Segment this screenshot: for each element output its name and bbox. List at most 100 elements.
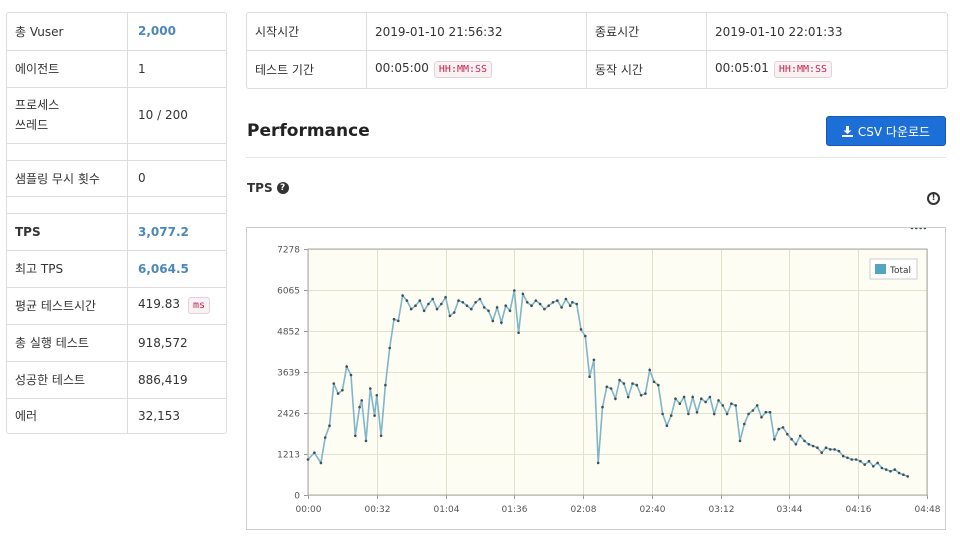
summary-value: 419.83 <box>138 297 180 311</box>
data-point <box>358 405 361 409</box>
timing-table: 시작시간 2019-01-10 21:56:32 종료시간 2019-01-10… <box>247 13 947 88</box>
x-tick-label: 00:32 <box>365 505 391 515</box>
timing-row-start-end: 시작시간 2019-01-10 21:56:32 종료시간 2019-01-10… <box>247 13 947 51</box>
data-point <box>444 296 447 299</box>
data-point <box>319 461 323 465</box>
data-point <box>579 328 583 331</box>
x-tick-label: 03:44 <box>777 505 803 515</box>
data-point <box>538 302 542 306</box>
data-point <box>704 400 707 404</box>
summary-row-success-tests: 성공한 테스트 886,419 <box>7 361 226 399</box>
y-tick-label: 7278 <box>277 246 300 256</box>
tps-chart-svg: 0 1213 2426 3639 4852 6065 7278 00:00 00:32 01:04… <box>277 228 941 515</box>
data-point <box>375 394 379 397</box>
data-point <box>923 228 927 230</box>
end-time-label: 종료시간 <box>586 13 707 51</box>
data-point <box>384 383 387 387</box>
data-point <box>915 228 918 230</box>
data-point <box>764 410 768 414</box>
data-point <box>571 301 574 304</box>
help-icon[interactable]: ? <box>276 182 289 194</box>
data-point <box>644 392 647 395</box>
data-point <box>734 404 737 407</box>
data-point <box>341 388 344 392</box>
run-time-label: 동작 시간 <box>586 50 707 88</box>
summary-label: TPS <box>7 213 128 251</box>
csv-download-button[interactable]: CSV 다운로드 <box>826 116 946 146</box>
summary-row-vuser: 총 Vuser 2,000 <box>7 13 226 51</box>
summary-label: 프로세스 쓰레드 <box>7 87 128 144</box>
data-point <box>543 307 546 311</box>
data-point <box>513 289 516 292</box>
tps-chart: 0 1213 2426 3639 4852 6065 7278 00:00 00:32 01:04… <box>246 227 946 530</box>
summary-value: 6,064.5 <box>127 250 226 288</box>
data-point <box>369 387 372 390</box>
data-point <box>837 449 841 453</box>
data-point <box>738 439 742 443</box>
data-point <box>730 402 733 405</box>
summary-panel: 총 Vuser 2,000 에이전트 1 프로세스 쓰레드 10 / 200 샘… <box>6 12 227 434</box>
data-point <box>893 468 897 471</box>
data-point <box>816 446 819 449</box>
data-point <box>889 470 892 473</box>
data-point <box>609 387 613 390</box>
data-point <box>876 461 879 465</box>
summary-label: 평균 테스트시간 <box>7 287 128 325</box>
data-point <box>418 299 422 302</box>
data-point <box>859 459 862 463</box>
info-icon[interactable]: ! <box>927 192 940 205</box>
data-point <box>414 304 417 307</box>
data-point <box>431 297 434 301</box>
data-point <box>768 410 772 414</box>
end-time-value: 2019-01-10 22:01:33 <box>706 13 947 51</box>
summary-value: 0 <box>127 160 226 197</box>
summary-value: 2,000 <box>127 13 226 51</box>
summary-row-errors: 에러 32,153 <box>7 398 226 433</box>
data-point <box>452 311 456 314</box>
duration-value: 00:05:00 <box>375 61 429 75</box>
data-point <box>508 309 512 313</box>
summary-table: 총 Vuser 2,000 에이전트 1 프로세스 쓰레드 10 / 200 샘… <box>7 13 226 433</box>
data-point <box>596 461 600 465</box>
data-point <box>534 299 538 302</box>
y-tick-label: 3639 <box>277 369 300 379</box>
data-point <box>721 404 725 407</box>
data-point <box>306 458 310 461</box>
data-point <box>323 436 327 439</box>
data-point <box>751 409 755 412</box>
legend-label: Total <box>889 266 911 276</box>
data-point <box>487 309 490 313</box>
data-point <box>820 451 823 454</box>
data-point <box>470 307 473 311</box>
data-point <box>491 319 495 323</box>
summary-value: 32,153 <box>138 408 180 423</box>
data-point <box>560 306 563 309</box>
tps-label: TPS <box>247 181 273 195</box>
data-point <box>910 228 914 230</box>
data-point <box>755 404 759 407</box>
data-point <box>388 346 391 350</box>
data-point <box>635 383 639 387</box>
data-point <box>360 399 363 402</box>
data-point <box>880 466 884 470</box>
summary-value-cell: 419.83 ms <box>127 287 226 325</box>
run-time-value: 00:05:01 <box>715 61 769 75</box>
data-point <box>328 424 331 427</box>
data-point <box>530 304 533 307</box>
data-point <box>790 437 793 441</box>
x-tick-label: 04:48 <box>915 505 941 515</box>
x-tick-label: 00:00 <box>296 505 322 515</box>
data-point <box>427 302 430 306</box>
data-point <box>422 309 426 313</box>
x-tick-label: 04:16 <box>846 505 872 515</box>
y-tick-label: 1213 <box>277 451 300 461</box>
data-point <box>584 334 587 338</box>
data-point <box>712 412 716 416</box>
performance-title: Performance <box>247 121 370 141</box>
unit-badge: ms <box>188 297 211 314</box>
data-point <box>691 395 694 399</box>
data-point <box>392 317 396 321</box>
data-point <box>373 414 376 417</box>
data-point <box>332 382 336 385</box>
data-point <box>708 395 712 399</box>
